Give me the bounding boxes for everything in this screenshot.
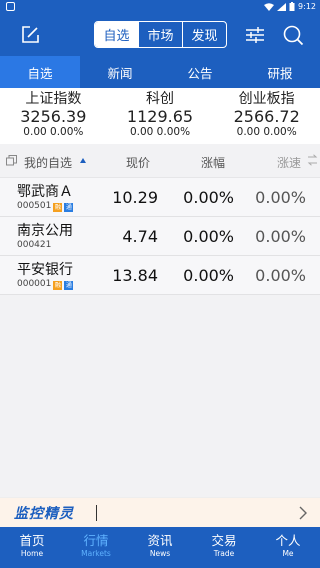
stock-price: 4.74 (122, 227, 158, 246)
sort-arrow-icon (80, 158, 86, 163)
status-bar: 9:12 (0, 0, 320, 14)
chevron-right-icon[interactable] (298, 505, 308, 521)
stock-speed: 0.00% (255, 266, 306, 285)
nav-me[interactable]: 个人 Me (256, 527, 320, 568)
nav-label: 资讯 (147, 533, 173, 548)
index-card-shanghai[interactable]: 上证指数 3256.39 0.00 0.00% (0, 88, 107, 144)
stock-change: 0.00% (183, 227, 234, 246)
edit-icon[interactable] (18, 23, 42, 47)
stock-speed: 0.00% (255, 188, 306, 207)
index-value: 1129.65 (126, 107, 194, 126)
index-value: 2566.72 (233, 107, 300, 126)
wifi-icon (264, 2, 275, 11)
margin-badge: 融 (53, 281, 63, 290)
stock-code-line: 000421 (17, 240, 51, 250)
segment-market[interactable]: 市场 (138, 22, 182, 47)
stock-code: 000501 (17, 201, 52, 211)
text-cursor (96, 505, 97, 521)
nav-home[interactable]: 首页 Home (0, 527, 64, 568)
stock-change: 0.00% (183, 266, 234, 285)
section-switcher: 自选 市场 发现 (94, 21, 227, 48)
nav-label: 交易 (211, 533, 237, 548)
index-card-chinext[interactable]: 创业板指 2566.72 0.00 0.00% (213, 88, 320, 144)
app-notification-icon (6, 2, 15, 11)
column-speed-header[interactable]: 涨速 (277, 154, 301, 171)
stock-name: 平安银行 (17, 262, 73, 278)
column-change-header[interactable]: 涨幅 (201, 154, 225, 171)
monitor-logo: 监控精灵 (14, 506, 74, 522)
stock-code: 000001 (17, 279, 52, 289)
signal-icon (277, 2, 287, 11)
app-header: 自选 市场 发现 (0, 14, 320, 56)
watchlist-header: 我的自选 现价 涨幅 涨速 (0, 144, 320, 178)
tab-research[interactable]: 研报 (240, 56, 320, 88)
index-value: 3256.39 (20, 107, 87, 126)
search-icon[interactable] (281, 23, 305, 47)
stock-speed: 0.00% (255, 227, 306, 246)
index-name: 科创 (146, 91, 174, 107)
group-icon[interactable] (6, 155, 17, 166)
tab-announcements[interactable]: 公告 (160, 56, 240, 88)
index-name: 上证指数 (25, 91, 82, 107)
stock-price: 10.29 (112, 188, 158, 207)
stock-name: 鄂武商Ａ (17, 184, 73, 200)
stock-row[interactable]: 平安银行 000001 融通 13.84 0.00% 0.00% (0, 256, 320, 295)
nav-news[interactable]: 资讯 News (128, 527, 192, 568)
connect-badge: 通 (64, 281, 74, 290)
stock-row[interactable]: 鄂武商Ａ 000501 融通 10.29 0.00% 0.00% (0, 178, 320, 217)
monitor-bar[interactable]: 监控精灵 (0, 497, 320, 527)
nav-sublabel: Home (20, 549, 44, 558)
settings-sliders-icon[interactable] (243, 23, 267, 47)
column-name-header[interactable]: 我的自选 (24, 154, 72, 171)
tab-watchlist[interactable]: 自选 (0, 56, 80, 88)
index-card-star[interactable]: 科创 1129.65 0.00 0.00% (107, 88, 214, 144)
stock-name: 南京公用 (17, 223, 73, 239)
nav-label: 个人 (275, 533, 301, 548)
status-time: 9:12 (298, 2, 316, 11)
index-change: 0.00 0.00% (129, 126, 191, 138)
stock-code-line: 000001 融通 (17, 279, 74, 290)
nav-sublabel: Trade (213, 549, 235, 558)
nav-label: 首页 (19, 533, 45, 548)
index-name: 创业板指 (238, 91, 295, 107)
bottom-nav: 首页 Home 行情 Markets 资讯 News 交易 Trade 个人 M… (0, 527, 320, 568)
stock-code-line: 000501 融通 (17, 201, 74, 212)
stock-price: 13.84 (112, 266, 158, 285)
stock-code: 000421 (17, 240, 52, 250)
margin-badge: 融 (53, 203, 63, 212)
index-change: 0.00 0.00% (23, 126, 84, 138)
tab-news[interactable]: 新闻 (80, 56, 160, 88)
stock-row[interactable]: 南京公用 000421 4.74 0.00% 0.00% (0, 217, 320, 256)
nav-label: 行情 (83, 533, 109, 548)
column-price-header[interactable]: 现价 (126, 154, 150, 171)
index-summary: 上证指数 3256.39 0.00 0.00% 科创 1129.65 0.00 … (0, 88, 320, 144)
sub-tabs: 自选 新闻 公告 研报 (0, 56, 320, 88)
nav-sublabel: News (149, 549, 171, 558)
nav-trade[interactable]: 交易 Trade (192, 527, 256, 568)
segment-discover[interactable]: 发现 (182, 22, 226, 47)
battery-icon (289, 2, 295, 11)
connect-badge: 通 (64, 203, 74, 212)
scroll-columns-icon[interactable] (307, 154, 318, 166)
nav-sublabel: Markets (81, 549, 111, 558)
stock-change: 0.00% (183, 188, 234, 207)
segment-watchlist[interactable]: 自选 (95, 22, 138, 47)
nav-markets[interactable]: 行情 Markets (64, 527, 128, 568)
index-change: 0.00 0.00% (236, 126, 297, 138)
nav-sublabel: Me (282, 549, 294, 558)
watchlist: 鄂武商Ａ 000501 融通 10.29 0.00% 0.00% 南京公用 000… (0, 178, 320, 295)
